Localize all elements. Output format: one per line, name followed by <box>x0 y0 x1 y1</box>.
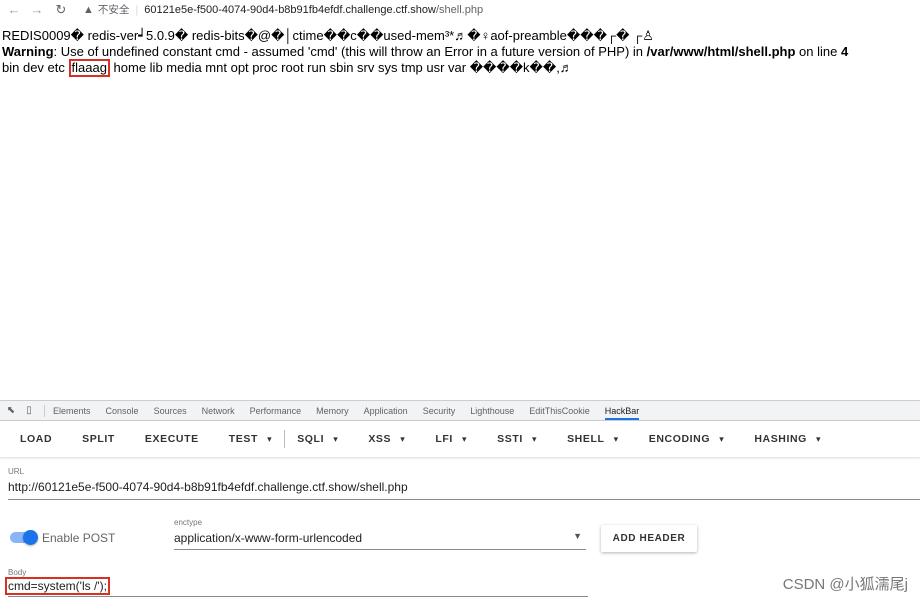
devtools-tab-bar: ⬉ ▯ Elements Console Sources Network Per… <box>0 401 920 421</box>
tab-hackbar[interactable]: HackBar <box>604 406 640 420</box>
tab-sources[interactable]: Sources <box>154 406 187 416</box>
tab-divider <box>44 404 45 417</box>
enctype-value: application/x-www-form-urlencoded <box>174 531 363 545</box>
ssti-dropdown[interactable]: SSTI <box>497 433 537 445</box>
execute-button[interactable]: EXECUTE <box>145 433 199 445</box>
warning-label: Warning <box>2 44 54 59</box>
caret-down-icon: ▼ <box>573 531 582 541</box>
xss-dropdown[interactable]: XSS <box>368 433 405 445</box>
hackbar-url-field: URL http://60121e5e-f500-4074-90d4-b8b91… <box>8 467 920 500</box>
redis-dump-line: REDIS0009� redis-ver┙5.0.9� redis-bits�@… <box>2 28 654 43</box>
tab-console[interactable]: Console <box>106 406 139 416</box>
page-content: REDIS0009� redis-ver┙5.0.9� redis-bits�@… <box>2 28 918 77</box>
url-input[interactable]: http://60121e5e-f500-4074-90d4-b8b91fb4e… <box>8 480 920 500</box>
load-button[interactable]: LOAD <box>20 433 52 445</box>
post-options-row: Enable POST enctype application/x-www-fo… <box>8 518 708 558</box>
insecure-label[interactable]: 不安全 <box>98 2 130 17</box>
forward-arrow-icon[interactable]: → <box>29 2 45 18</box>
devtools-panel: ⬉ ▯ Elements Console Sources Network Per… <box>0 400 920 600</box>
encoding-dropdown[interactable]: ENCODING <box>649 433 725 445</box>
enctype-label: enctype <box>174 518 203 527</box>
tab-network[interactable]: Network <box>202 406 235 416</box>
tab-lighthouse[interactable]: Lighthouse <box>470 406 514 416</box>
reload-icon[interactable]: ↻ <box>53 2 69 18</box>
csdn-watermark: CSDN @小狐濡尾j <box>782 576 908 593</box>
address-separator: | <box>135 3 139 16</box>
ls-output-before: bin dev etc <box>2 60 69 75</box>
address-url-path: /shell.php <box>435 3 484 16</box>
warning-line-number: 4 <box>840 44 849 59</box>
back-arrow-icon[interactable]: ← <box>6 2 22 18</box>
sqli-dropdown[interactable]: SQLI <box>297 433 338 445</box>
hackbar-toolbar: LOAD SPLIT EXECUTE TEST SQLI XSS LFI SST… <box>0 421 920 457</box>
address-url[interactable]: 60121e5e-f500-4074-90d4-b8b91fb4efdf.cha… <box>144 4 483 16</box>
toolbar-divider <box>284 430 286 448</box>
php-warning-line: Warning: Use of undefined constant cmd -… <box>2 44 918 60</box>
enctype-select[interactable]: application/x-www-form-urlencoded ▼ <box>174 531 586 550</box>
tab-elements[interactable]: Elements <box>53 406 91 416</box>
enable-post-toggle[interactable] <box>10 530 38 545</box>
tab-security[interactable]: Security <box>423 406 456 416</box>
split-button[interactable]: SPLIT <box>82 433 115 445</box>
url-label: URL <box>8 467 25 476</box>
body-input[interactable]: cmd=system('ls /'); <box>5 577 588 597</box>
device-toolbar-icon[interactable]: ▯ <box>22 404 36 418</box>
ls-output-after: home lib media mnt opt proc root run sbi… <box>109 60 573 75</box>
flag-dir-highlight: flaaag <box>68 59 110 77</box>
lfi-dropdown[interactable]: LFI <box>435 433 467 445</box>
inspect-element-icon[interactable]: ⬉ <box>4 404 18 418</box>
add-header-button[interactable]: ADD HEADER <box>601 525 697 552</box>
tab-performance[interactable]: Performance <box>250 406 302 416</box>
address-url-host: 60121e5e-f500-4074-90d4-b8b91fb4efdf.cha… <box>144 3 436 16</box>
warning-text: : Use of undefined constant cmd - assume… <box>53 44 647 59</box>
ls-output-line: bin dev etc flaaag home lib media mnt op… <box>2 59 918 77</box>
address-bar: ← → ↻ ▲ 不安全 | 60121e5e-f500-4074-90d4-b8… <box>0 0 920 19</box>
tab-memory[interactable]: Memory <box>316 406 349 416</box>
body-value-highlight: cmd=system('ls /'); <box>5 577 110 595</box>
warning-on-line: on line <box>795 44 841 59</box>
enable-post-label[interactable]: Enable POST <box>42 531 115 545</box>
test-dropdown[interactable]: TEST <box>229 433 272 445</box>
warning-triangle-icon[interactable]: ▲ <box>83 4 94 16</box>
warning-file: /var/www/html/shell.php <box>646 44 796 59</box>
tab-editthiscookie[interactable]: EditThisCookie <box>529 406 590 416</box>
hashing-dropdown[interactable]: HASHING <box>754 433 821 445</box>
shell-dropdown[interactable]: SHELL <box>567 433 619 445</box>
body-label: Body <box>8 568 27 577</box>
hackbar-body-field: Body cmd=system('ls /'); <box>5 568 588 597</box>
tab-application[interactable]: Application <box>364 406 408 416</box>
